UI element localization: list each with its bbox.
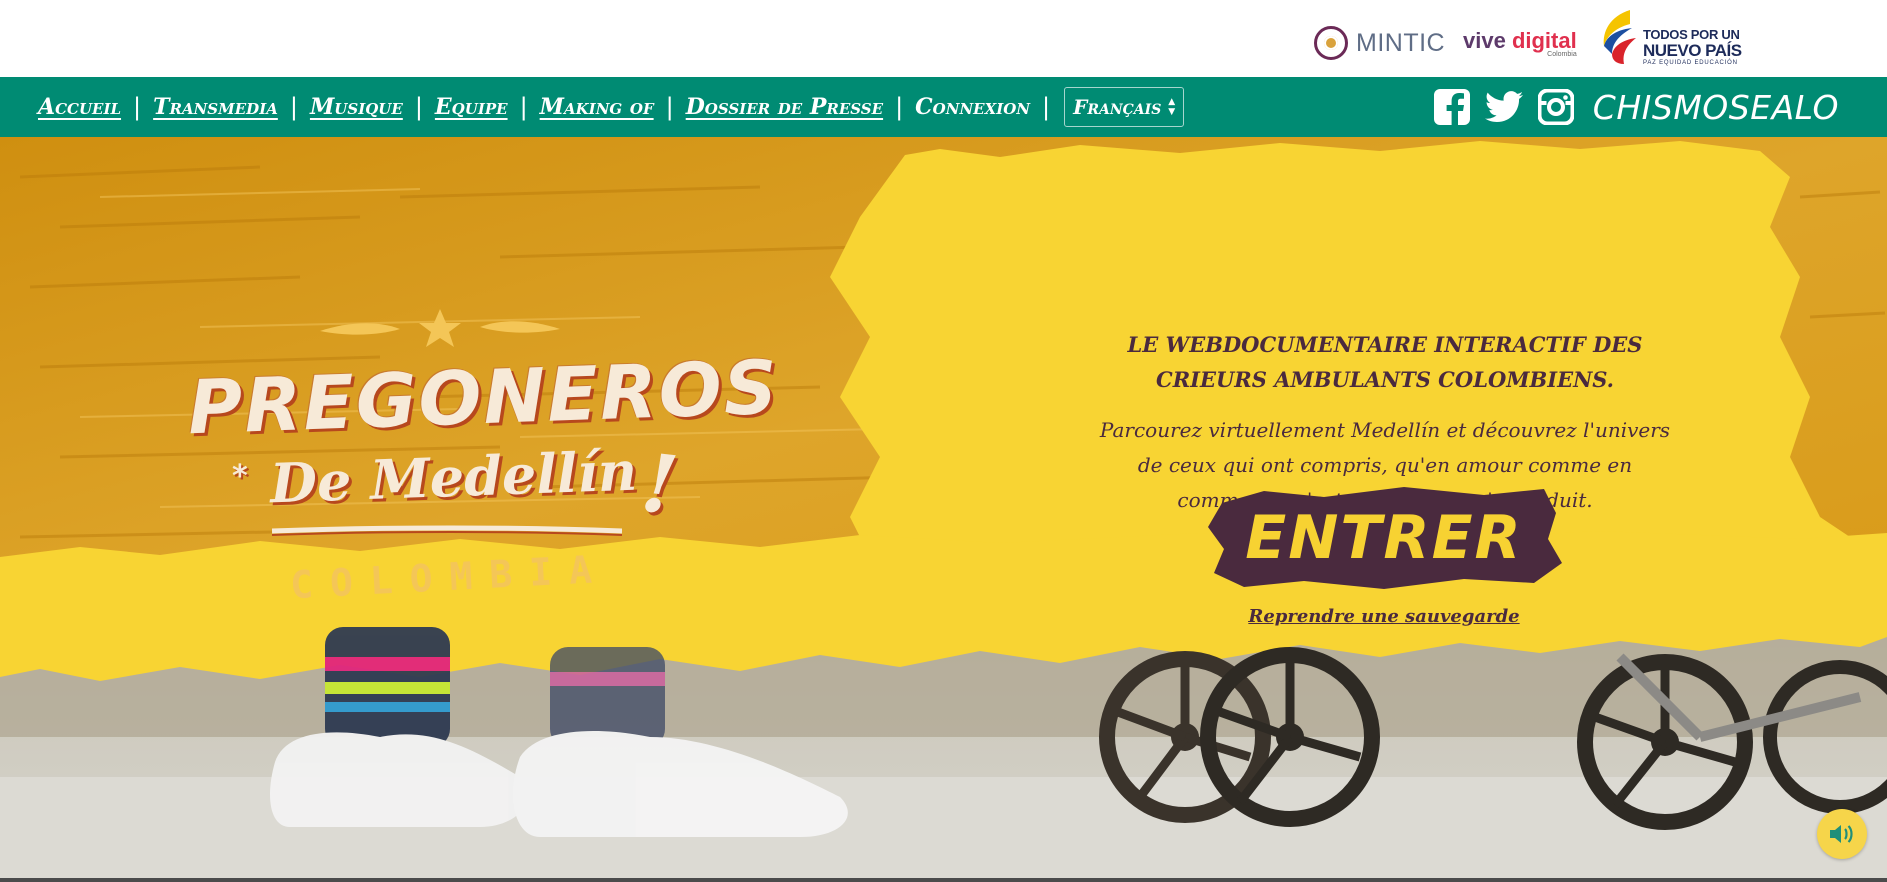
todos-por-un-nuevo-pais-logo[interactable]: TODOS POR UN NUEVO PAÍS PAZ EQUIDAD EDUC… [1600, 8, 1742, 70]
sponsor-bar: MINTIC vive digital Colombia TODOS POR U… [0, 0, 1887, 77]
nav-musique[interactable]: Musique [310, 94, 403, 120]
todos-line2: NUEVO PAÍS [1643, 41, 1742, 60]
title-asterisk: * [232, 459, 248, 494]
nav-separator: | [289, 93, 298, 121]
vive-label: vive [1463, 28, 1512, 53]
nav-separator: | [1042, 93, 1051, 121]
nav-accueil[interactable]: Accueil [38, 94, 121, 120]
nav-transmedia[interactable]: Transmedia [153, 94, 278, 120]
chismosealo-link[interactable]: CHISMOSEALO [1593, 88, 1839, 127]
main-navigation: Accueil | Transmedia | Musique | Equipe … [0, 77, 1887, 137]
bottom-edge [0, 878, 1887, 882]
pregoneros-title-logo: PREGONEROS * De Medellín ! COLOMBIA [180, 297, 780, 627]
resume-save-link[interactable]: Reprendre une sauvegarde [1204, 606, 1564, 627]
social-links: CHISMOSEALO [1433, 77, 1839, 137]
facebook-icon[interactable] [1433, 88, 1471, 126]
hero-section: PREGONEROS * De Medellín ! COLOMBIA LE W… [0, 137, 1887, 882]
title-colombia: COLOMBIA [289, 546, 610, 608]
instagram-icon[interactable] [1537, 88, 1575, 126]
digital-label: digital [1511, 28, 1577, 53]
coat-of-arms-icon [1314, 26, 1348, 60]
select-arrows-icon: ▲ ▼ [1168, 97, 1176, 117]
twitter-icon[interactable] [1484, 88, 1523, 126]
star-icon [320, 309, 560, 347]
title-de-medellin: De Medellín [268, 438, 639, 516]
language-select[interactable]: Français ▲ ▼ [1064, 87, 1185, 127]
enter-label: ENTRER [1245, 503, 1523, 573]
nav-connexion[interactable]: Connexion [915, 94, 1030, 120]
title-exclamation: ! [637, 435, 682, 533]
intro-heading: LE WEBDOCUMENTAIRE INTERACTIF DES CRIEUR… [1127, 332, 1643, 392]
enter-button[interactable]: ENTRER [1204, 483, 1564, 593]
nav-equipe[interactable]: Equipe [435, 94, 508, 120]
colombia-swirl-icon [1603, 10, 1636, 64]
todos-line3: PAZ EQUIDAD EDUCACIÓN [1643, 60, 1738, 66]
mintic-label: MINTIC [1356, 28, 1446, 57]
title-pregoneros: PREGONEROS [186, 344, 781, 452]
nav-making-of[interactable]: Making of [540, 94, 654, 120]
nav-separator: | [133, 93, 142, 121]
nav-separator: | [895, 93, 904, 121]
sound-toggle-button[interactable] [1817, 809, 1867, 859]
nav-dossier-de-presse[interactable]: Dossier de Presse [686, 94, 883, 120]
nav-separator: | [519, 93, 528, 121]
nav-separator: | [414, 93, 423, 121]
todos-line1: TODOS POR UN [1643, 27, 1740, 42]
mintic-logo[interactable]: MINTIC [1314, 24, 1445, 62]
nav-links: Accueil | Transmedia | Musique | Equipe … [38, 77, 1185, 137]
vive-digital-logo[interactable]: vive digital Colombia [1463, 28, 1577, 58]
sound-icon [1830, 825, 1853, 843]
title-underline [272, 525, 622, 536]
nav-separator: | [665, 93, 674, 121]
language-selected: Français [1073, 95, 1162, 119]
